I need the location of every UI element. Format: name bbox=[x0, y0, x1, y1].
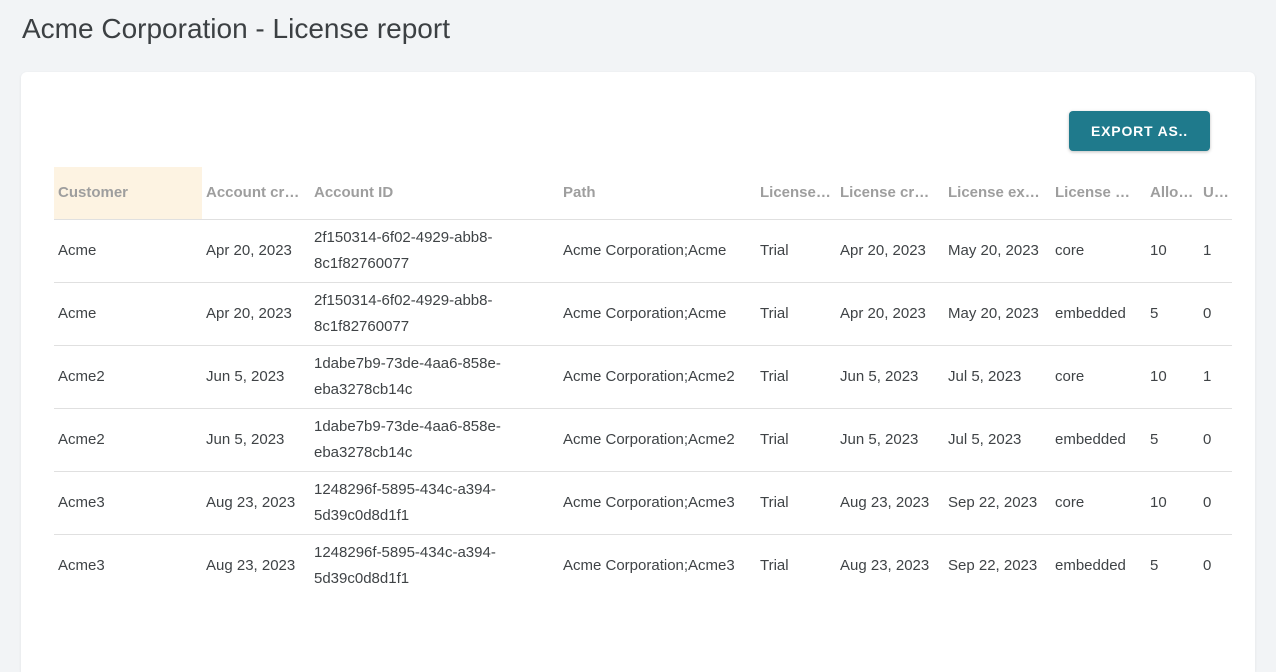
cell-account_created: Apr 20, 2023 bbox=[202, 282, 310, 345]
cell-license_created: Jun 5, 2023 bbox=[836, 408, 944, 471]
cell-account_created: Jun 5, 2023 bbox=[202, 345, 310, 408]
cell-used: 0 bbox=[1199, 471, 1232, 534]
export-as-button[interactable]: EXPORT AS.. bbox=[1069, 111, 1210, 151]
cell-license_type: Trial bbox=[756, 282, 836, 345]
table-header: CustomerAccount cr…Account IDPathLicense… bbox=[54, 167, 1232, 219]
cell-used: 0 bbox=[1199, 282, 1232, 345]
cell-account_id: 1dabe7b9-73de-4aa6-858e-eba3278cb14c bbox=[310, 345, 559, 408]
column-header-license_expires[interactable]: License ex… bbox=[944, 167, 1051, 219]
column-header-account_created[interactable]: Account cr… bbox=[202, 167, 310, 219]
cell-path: Acme Corporation;Acme bbox=[559, 219, 756, 282]
cell-license_model: embedded bbox=[1051, 534, 1146, 597]
cell-license_model: core bbox=[1051, 471, 1146, 534]
toolbar: EXPORT AS.. bbox=[21, 72, 1255, 167]
table-row: AcmeApr 20, 20232f150314-6f02-4929-abb8-… bbox=[54, 219, 1232, 282]
cell-account_created: Aug 23, 2023 bbox=[202, 534, 310, 597]
column-header-license_type[interactable]: License… bbox=[756, 167, 836, 219]
cell-license_model: core bbox=[1051, 345, 1146, 408]
cell-allowed: 5 bbox=[1146, 408, 1199, 471]
column-header-license_model[interactable]: License … bbox=[1051, 167, 1146, 219]
cell-license_type: Trial bbox=[756, 219, 836, 282]
cell-account_id: 2f150314-6f02-4929-abb8-8c1f82760077 bbox=[310, 219, 559, 282]
cell-license_expires: Sep 22, 2023 bbox=[944, 471, 1051, 534]
cell-used: 0 bbox=[1199, 408, 1232, 471]
cell-account_created: Apr 20, 2023 bbox=[202, 219, 310, 282]
table-row: Acme2Jun 5, 20231dabe7b9-73de-4aa6-858e-… bbox=[54, 345, 1232, 408]
cell-allowed: 10 bbox=[1146, 345, 1199, 408]
cell-customer: Acme3 bbox=[54, 471, 202, 534]
cell-customer: Acme2 bbox=[54, 345, 202, 408]
cell-account_id: 1dabe7b9-73de-4aa6-858e-eba3278cb14c bbox=[310, 408, 559, 471]
cell-license_created: Apr 20, 2023 bbox=[836, 219, 944, 282]
cell-license_created: Aug 23, 2023 bbox=[836, 471, 944, 534]
cell-account_created: Aug 23, 2023 bbox=[202, 471, 310, 534]
cell-allowed: 10 bbox=[1146, 219, 1199, 282]
column-header-allowed[interactable]: Allo… bbox=[1146, 167, 1199, 219]
license-report-table: CustomerAccount cr…Account IDPathLicense… bbox=[54, 167, 1232, 597]
table-row: Acme2Jun 5, 20231dabe7b9-73de-4aa6-858e-… bbox=[54, 408, 1232, 471]
cell-license_created: Aug 23, 2023 bbox=[836, 534, 944, 597]
cell-license_type: Trial bbox=[756, 408, 836, 471]
cell-path: Acme Corporation;Acme2 bbox=[559, 345, 756, 408]
cell-customer: Acme bbox=[54, 282, 202, 345]
cell-license_type: Trial bbox=[756, 534, 836, 597]
cell-license_expires: Jul 5, 2023 bbox=[944, 408, 1051, 471]
column-header-path[interactable]: Path bbox=[559, 167, 756, 219]
cell-license_type: Trial bbox=[756, 471, 836, 534]
cell-license_expires: Jul 5, 2023 bbox=[944, 345, 1051, 408]
table-header-row: CustomerAccount cr…Account IDPathLicense… bbox=[54, 167, 1232, 219]
cell-path: Acme Corporation;Acme3 bbox=[559, 534, 756, 597]
column-header-account_id[interactable]: Account ID bbox=[310, 167, 559, 219]
cell-license_expires: Sep 22, 2023 bbox=[944, 534, 1051, 597]
column-header-customer[interactable]: Customer bbox=[54, 167, 202, 219]
cell-allowed: 5 bbox=[1146, 282, 1199, 345]
cell-used: 0 bbox=[1199, 534, 1232, 597]
cell-license_model: embedded bbox=[1051, 282, 1146, 345]
cell-license_created: Apr 20, 2023 bbox=[836, 282, 944, 345]
cell-allowed: 5 bbox=[1146, 534, 1199, 597]
column-header-used[interactable]: U… bbox=[1199, 167, 1232, 219]
cell-customer: Acme bbox=[54, 219, 202, 282]
cell-path: Acme Corporation;Acme2 bbox=[559, 408, 756, 471]
page-header: Acme Corporation - License report bbox=[0, 0, 1276, 72]
cell-license_expires: May 20, 2023 bbox=[944, 282, 1051, 345]
cell-used: 1 bbox=[1199, 219, 1232, 282]
table-row: Acme3Aug 23, 20231248296f-5895-434c-a394… bbox=[54, 471, 1232, 534]
cell-license_model: core bbox=[1051, 219, 1146, 282]
cell-used: 1 bbox=[1199, 345, 1232, 408]
cell-license_type: Trial bbox=[756, 345, 836, 408]
cell-account_created: Jun 5, 2023 bbox=[202, 408, 310, 471]
report-card: EXPORT AS.. CustomerAccount cr…Account I… bbox=[21, 72, 1255, 672]
table-row: Acme3Aug 23, 20231248296f-5895-434c-a394… bbox=[54, 534, 1232, 597]
cell-license_expires: May 20, 2023 bbox=[944, 219, 1051, 282]
cell-license_model: embedded bbox=[1051, 408, 1146, 471]
cell-account_id: 1248296f-5895-434c-a394-5d39c0d8d1f1 bbox=[310, 471, 559, 534]
column-header-license_created[interactable]: License cr… bbox=[836, 167, 944, 219]
cell-path: Acme Corporation;Acme bbox=[559, 282, 756, 345]
cell-allowed: 10 bbox=[1146, 471, 1199, 534]
cell-customer: Acme3 bbox=[54, 534, 202, 597]
cell-customer: Acme2 bbox=[54, 408, 202, 471]
cell-account_id: 1248296f-5895-434c-a394-5d39c0d8d1f1 bbox=[310, 534, 559, 597]
cell-license_created: Jun 5, 2023 bbox=[836, 345, 944, 408]
cell-path: Acme Corporation;Acme3 bbox=[559, 471, 756, 534]
cell-account_id: 2f150314-6f02-4929-abb8-8c1f82760077 bbox=[310, 282, 559, 345]
table-row: AcmeApr 20, 20232f150314-6f02-4929-abb8-… bbox=[54, 282, 1232, 345]
page-title: Acme Corporation - License report bbox=[22, 10, 1276, 48]
table-body: AcmeApr 20, 20232f150314-6f02-4929-abb8-… bbox=[54, 219, 1232, 597]
